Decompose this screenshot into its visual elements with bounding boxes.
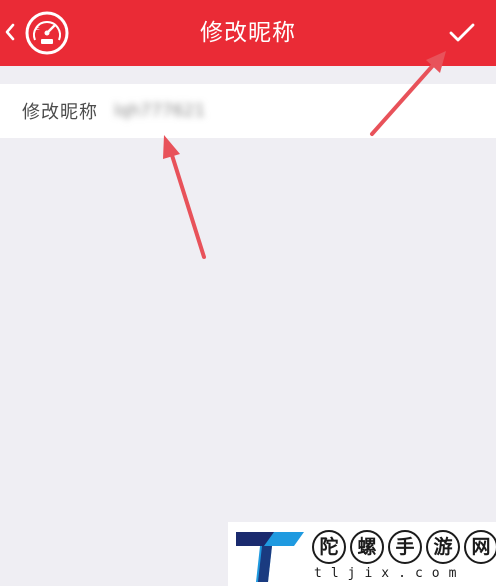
back-button[interactable] <box>0 12 20 52</box>
nickname-row: 修改昵称 <box>0 84 496 138</box>
page-title: 修改昵称 <box>200 20 296 46</box>
chevron-left-icon <box>5 23 15 41</box>
confirm-button[interactable] <box>442 13 482 53</box>
watermark: 陀 螺 手 游 网 tljix.com <box>228 522 496 586</box>
checkmark-icon <box>449 23 475 42</box>
gauge-logo-icon: E <box>25 11 69 55</box>
watermark-char: 游 <box>426 530 460 564</box>
watermark-char: 网 <box>464 530 496 564</box>
watermark-text: 陀 螺 手 游 网 <box>312 530 496 564</box>
nickname-input[interactable] <box>114 94 434 128</box>
app-header: E 修改昵称 <box>0 0 496 66</box>
watermark-char: 手 <box>388 530 422 564</box>
svg-text:E: E <box>36 25 40 32</box>
t-logo-icon <box>236 532 304 582</box>
arrow-to-nickname-field <box>163 135 206 259</box>
watermark-char: 陀 <box>312 530 346 564</box>
watermark-char: 螺 <box>350 530 384 564</box>
watermark-domain: tljix.com <box>314 566 466 581</box>
nickname-label: 修改昵称 <box>22 102 98 123</box>
